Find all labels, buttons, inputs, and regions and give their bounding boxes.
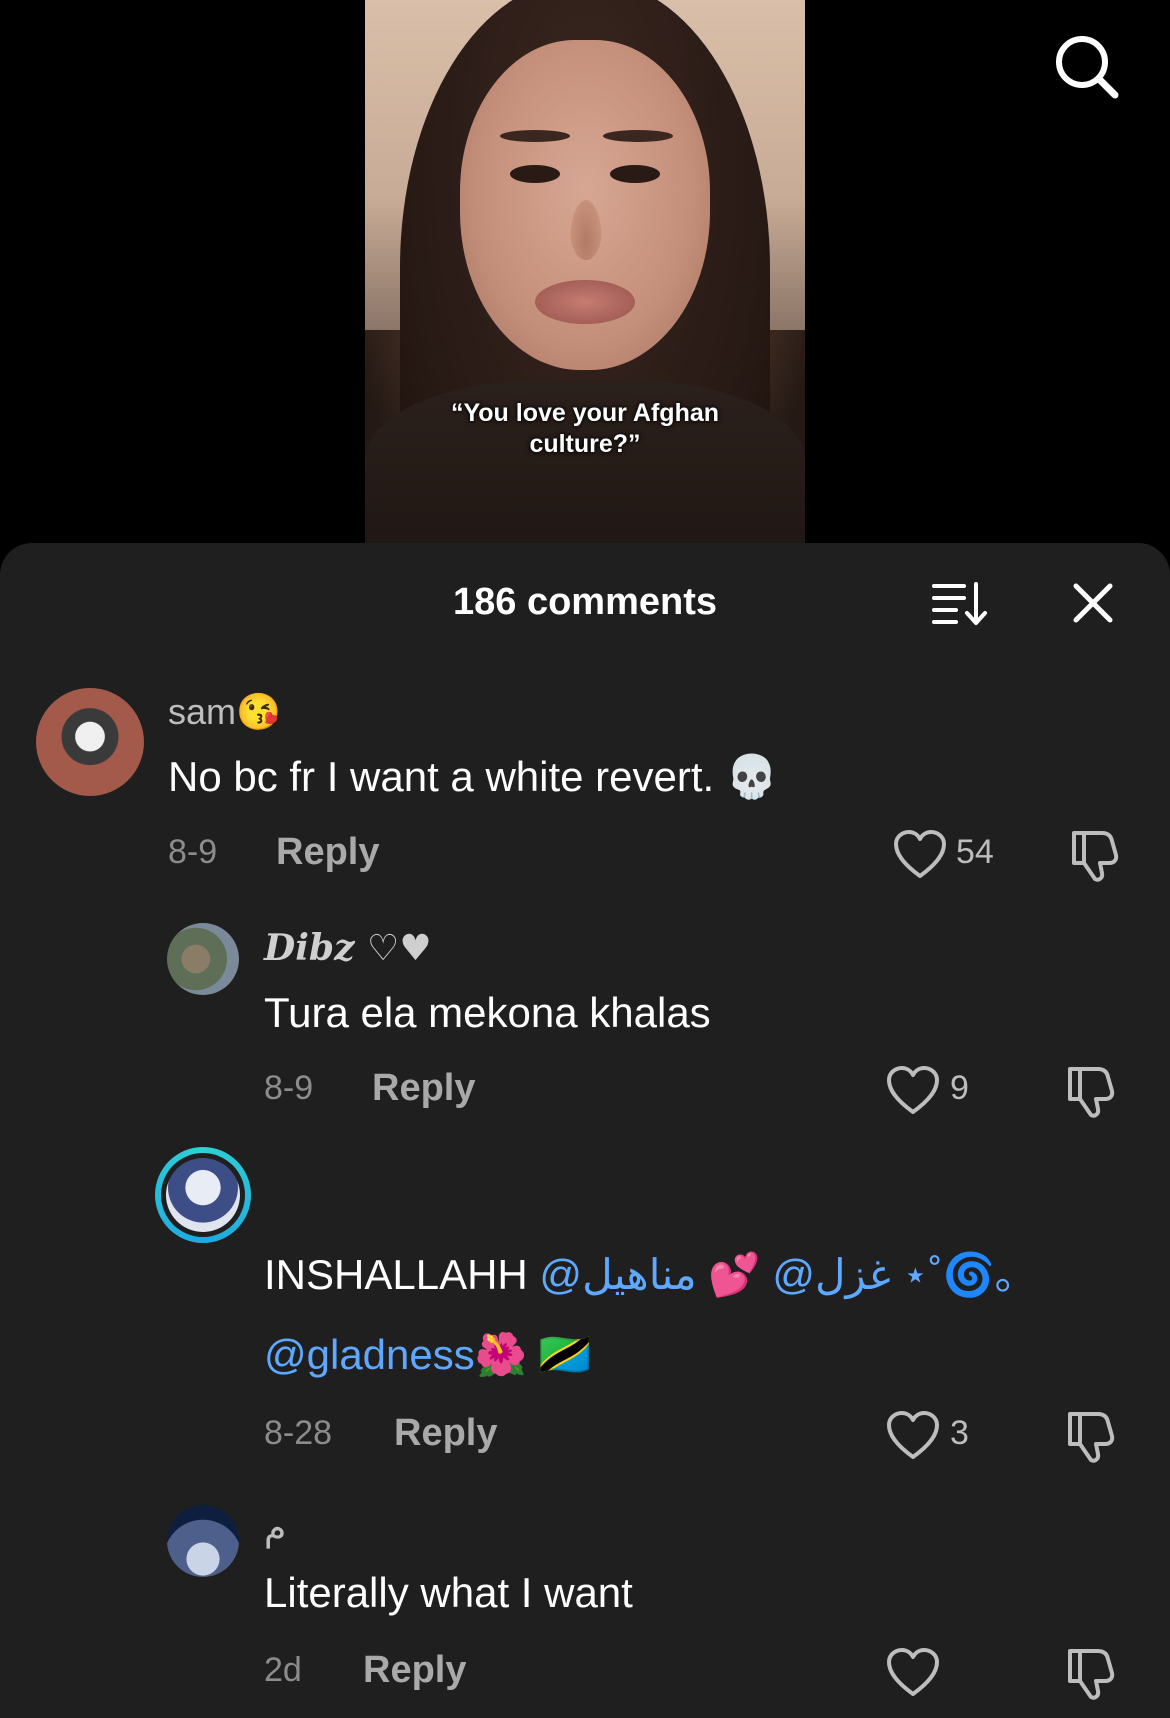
comment-text-line2: @gladness🌺 🇹🇿: [264, 1331, 591, 1380]
caption-line-1: “You love your Afghan: [450, 399, 720, 427]
video-brow-left: [500, 130, 570, 142]
heart-icon: [887, 1066, 939, 1114]
search-button[interactable]: [1050, 30, 1122, 102]
thumbs-down-icon: [1072, 831, 1119, 882]
video-lips: [535, 280, 635, 324]
sort-button[interactable]: [930, 578, 990, 628]
dislike-button[interactable]: [1068, 827, 1124, 883]
video-caption: “You love your Afghan culture?”: [365, 398, 805, 460]
dislike-button[interactable]: [1064, 1645, 1120, 1701]
caption-line-2: culture?”: [529, 430, 641, 458]
avatar-image: [166, 1158, 240, 1232]
comment-text-emoji: 💕: [696, 1251, 773, 1298]
comment-date: 8-9: [264, 1069, 314, 1107]
mention-link[interactable]: @gladness: [264, 1331, 475, 1378]
reply-button[interactable]: Reply: [363, 1649, 466, 1692]
heart-icon: [887, 1411, 939, 1459]
comment-text: No bc fr I want a white revert. 💀: [168, 753, 779, 800]
dislike-button[interactable]: [1064, 1063, 1120, 1119]
reply-button[interactable]: Reply: [372, 1067, 475, 1110]
video-player[interactable]: “You love your Afghan culture?”: [0, 0, 1170, 560]
close-button[interactable]: [1068, 578, 1118, 628]
like-count: 9: [950, 1069, 969, 1107]
comment-username[interactable]: م: [264, 1507, 286, 1549]
reply-button[interactable]: Reply: [276, 831, 379, 874]
comment-text-emoji: 🌺 🇹🇿: [474, 1331, 592, 1378]
thumbs-down-icon: [1068, 1412, 1115, 1463]
like-button[interactable]: [892, 829, 948, 881]
heart-icon: [894, 830, 946, 878]
comment-username[interactable]: sam😘: [168, 691, 281, 733]
comment-text: Literally what I want: [264, 1569, 633, 1616]
video-nose: [570, 200, 602, 260]
video-frame: [365, 0, 805, 545]
like-count: 54: [956, 833, 994, 871]
video-eye-left: [510, 165, 560, 183]
dislike-button[interactable]: [1064, 1408, 1120, 1464]
video-eye-right: [610, 165, 660, 183]
comment-date: 2d: [264, 1651, 302, 1689]
like-button[interactable]: [885, 1065, 941, 1117]
avatar[interactable]: [155, 1147, 251, 1243]
close-icon: [1073, 583, 1113, 623]
comment-date: 8-28: [264, 1414, 333, 1452]
thumbs-down-icon: [1068, 1067, 1115, 1118]
like-count: 3: [950, 1414, 969, 1452]
like-button[interactable]: [885, 1647, 941, 1699]
reply-button[interactable]: Reply: [394, 1412, 497, 1455]
avatar[interactable]: [167, 1505, 239, 1577]
thumbs-down-icon: [1068, 1649, 1115, 1700]
avatar[interactable]: [36, 688, 144, 796]
sort-icon: [932, 582, 987, 625]
like-button[interactable]: [885, 1410, 941, 1462]
video-brow-right: [603, 130, 673, 142]
avatar[interactable]: [167, 923, 239, 995]
comment-username[interactable]: Dibz ♡♥: [264, 927, 432, 969]
comments-count: 186 comments: [452, 581, 717, 623]
heart-icon: [887, 1648, 939, 1696]
comment-text: INSHALLAHH @غزل@ 💕 مناهيل ⋆˚🌀｡: [264, 1241, 1016, 1302]
comment-text: Tura ela mekona khalas: [264, 989, 711, 1036]
comment-date: 8-9: [168, 833, 218, 871]
comments-sheet: 186 comments sam😘 No bc fr I want a whit…: [0, 543, 1170, 1718]
comment-text-plain: INSHALLAHH: [264, 1251, 540, 1298]
search-icon: [1056, 36, 1119, 99]
